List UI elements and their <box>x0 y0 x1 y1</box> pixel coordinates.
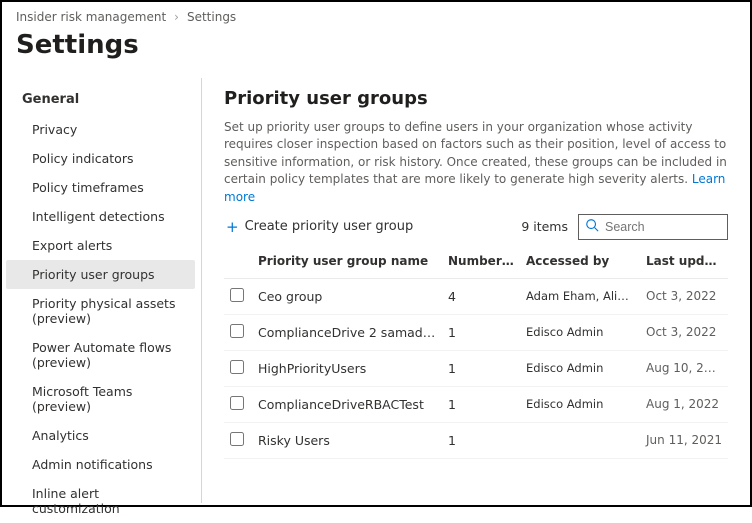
col-header-name[interactable]: Priority user group name <box>252 246 442 279</box>
sidebar-item-admin-notifications[interactable]: Admin notifications <box>6 450 195 479</box>
plus-icon: + <box>226 218 239 236</box>
sidebar-item-privacy[interactable]: Privacy <box>6 115 195 144</box>
cell-accessed: Edisco Admin <box>520 314 640 350</box>
col-header-checkbox <box>224 246 252 279</box>
breadcrumb: Insider risk management › Settings <box>2 2 750 28</box>
table-row[interactable]: ComplianceDriveRBACTest1Edisco AdminAug … <box>224 386 728 422</box>
create-label: Create priority user group <box>245 219 414 234</box>
table-row[interactable]: HighPriorityUsers1Edisco AdminAug 10, 20… <box>224 350 728 386</box>
sidebar-item-policy-indicators[interactable]: Policy indicators <box>6 144 195 173</box>
col-header-accessed[interactable]: Accessed by <box>520 246 640 279</box>
section-description: Set up priority user groups to define us… <box>224 119 728 206</box>
search-icon <box>585 218 599 236</box>
cell-members: 4 <box>442 278 520 314</box>
breadcrumb-current: Settings <box>187 10 236 24</box>
main-panel: Priority user groups Set up priority use… <box>202 78 750 503</box>
cell-members: 1 <box>442 422 520 458</box>
cell-members: 1 <box>442 350 520 386</box>
search-input[interactable] <box>605 220 721 234</box>
row-checkbox[interactable] <box>230 324 244 338</box>
col-header-members[interactable]: Number of memb... <box>442 246 520 279</box>
cell-accessed <box>520 422 640 458</box>
cell-updated: Aug 1, 2022 <box>640 386 728 422</box>
cell-updated: Aug 10, 2022 <box>640 350 728 386</box>
sidebar-item-policy-timeframes[interactable]: Policy timeframes <box>6 173 195 202</box>
cell-updated: Jun 11, 2021 <box>640 422 728 458</box>
sidebar-item-power-automate-flows-preview[interactable]: Power Automate flows (preview) <box>6 333 195 377</box>
cell-name[interactable]: Risky Users <box>252 422 442 458</box>
cell-members: 1 <box>442 314 520 350</box>
items-count: 9 items <box>521 219 568 234</box>
section-title: Priority user groups <box>224 88 728 109</box>
sidebar-item-export-alerts[interactable]: Export alerts <box>6 231 195 260</box>
sidebar-item-inline-alert-customization[interactable]: Inline alert customization <box>6 479 195 523</box>
cell-members: 1 <box>442 386 520 422</box>
cell-accessed: Edisco Admin <box>520 386 640 422</box>
row-checkbox[interactable] <box>230 360 244 374</box>
create-priority-group-button[interactable]: + Create priority user group <box>224 214 415 240</box>
cell-updated: Oct 3, 2022 <box>640 314 728 350</box>
table-row[interactable]: ComplianceDrive 2 samadala1Edisco AdminO… <box>224 314 728 350</box>
sidebar-item-microsoft-teams-preview[interactable]: Microsoft Teams (preview) <box>6 377 195 421</box>
breadcrumb-parent[interactable]: Insider risk management <box>16 10 166 24</box>
settings-sidebar: General PrivacyPolicy indicatorsPolicy t… <box>2 78 202 503</box>
sidebar-heading: General <box>6 86 201 115</box>
sidebar-item-priority-physical-assets-preview[interactable]: Priority physical assets (preview) <box>6 289 195 333</box>
cell-name[interactable]: ComplianceDriveRBACTest <box>252 386 442 422</box>
sidebar-item-intelligent-detections[interactable]: Intelligent detections <box>6 202 195 231</box>
page-title: Settings <box>2 28 750 78</box>
cell-accessed: Edisco Admin <box>520 350 640 386</box>
table-row[interactable]: Ceo group4Adam Eham, Alice DoeOct 3, 202… <box>224 278 728 314</box>
cell-name[interactable]: Ceo group <box>252 278 442 314</box>
chevron-right-icon: › <box>174 10 179 24</box>
cell-name[interactable]: HighPriorityUsers <box>252 350 442 386</box>
cell-updated: Oct 3, 2022 <box>640 278 728 314</box>
col-header-updated[interactable]: Last updated <box>640 246 728 279</box>
cell-name[interactable]: ComplianceDrive 2 samadala <box>252 314 442 350</box>
groups-table: Priority user group name Number of memb.… <box>224 246 728 459</box>
cell-accessed: Adam Eham, Alice Doe <box>520 278 640 314</box>
row-checkbox[interactable] <box>230 288 244 302</box>
row-checkbox[interactable] <box>230 432 244 446</box>
search-box[interactable] <box>578 214 728 240</box>
row-checkbox[interactable] <box>230 396 244 410</box>
sidebar-item-priority-user-groups[interactable]: Priority user groups <box>6 260 195 289</box>
sidebar-item-analytics[interactable]: Analytics <box>6 421 195 450</box>
table-row[interactable]: Risky Users1 Jun 11, 2021 <box>224 422 728 458</box>
